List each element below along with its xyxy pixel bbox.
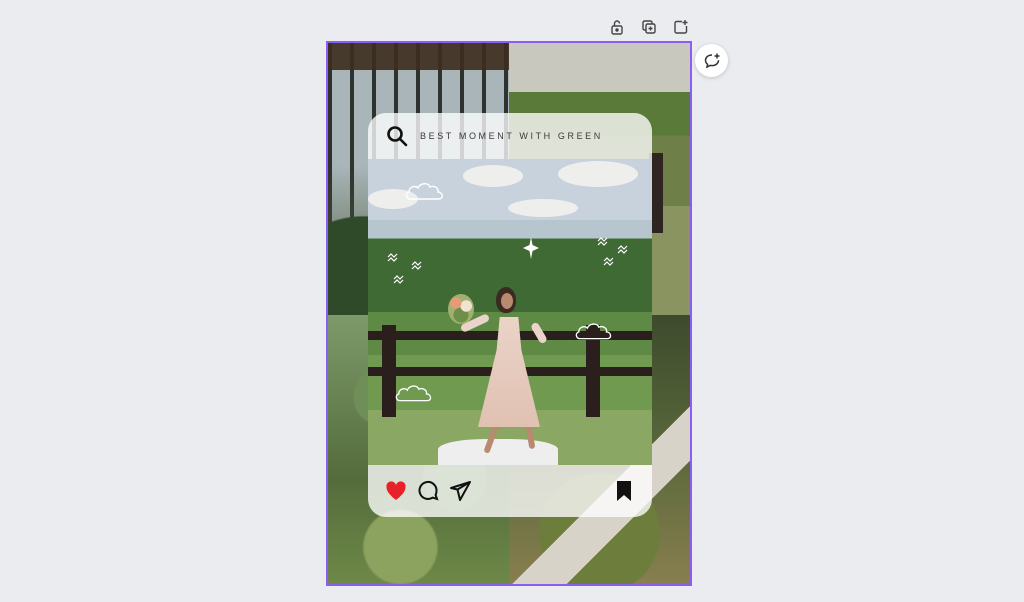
bookmark-icon[interactable]	[612, 479, 636, 503]
lock-button[interactable]	[606, 16, 628, 38]
duplicate-page-icon	[642, 20, 656, 34]
bird-doodle-icon	[597, 237, 628, 266]
cloud-doodle-icon	[575, 323, 612, 340]
bird-doodle-icon	[387, 253, 422, 284]
post-photo	[368, 159, 652, 465]
add-comment-icon	[704, 53, 719, 68]
cloud-doodle-icon	[405, 183, 443, 200]
heart-icon[interactable]	[384, 479, 408, 503]
page-toolbar	[606, 16, 692, 38]
comment-icon[interactable]	[416, 479, 440, 503]
post-title: BEST MOMENT WITH GREEN	[420, 131, 603, 141]
add-page-icon	[674, 20, 688, 34]
add-page-button[interactable]	[670, 16, 692, 38]
post-actions	[368, 465, 652, 517]
add-comment-button[interactable]	[695, 44, 728, 77]
instagram-post-frame[interactable]: BEST MOMENT WITH GREEN	[368, 113, 652, 517]
design-canvas[interactable]: BEST MOMENT WITH GREEN	[326, 41, 692, 586]
cloud-doodle-icon	[395, 385, 432, 402]
search-icon	[387, 126, 408, 147]
lock-icon	[611, 20, 623, 35]
duplicate-page-button[interactable]	[638, 16, 660, 38]
share-icon[interactable]	[448, 479, 472, 503]
post-header: BEST MOMENT WITH GREEN	[368, 113, 652, 159]
sparkle-icon	[523, 237, 539, 259]
